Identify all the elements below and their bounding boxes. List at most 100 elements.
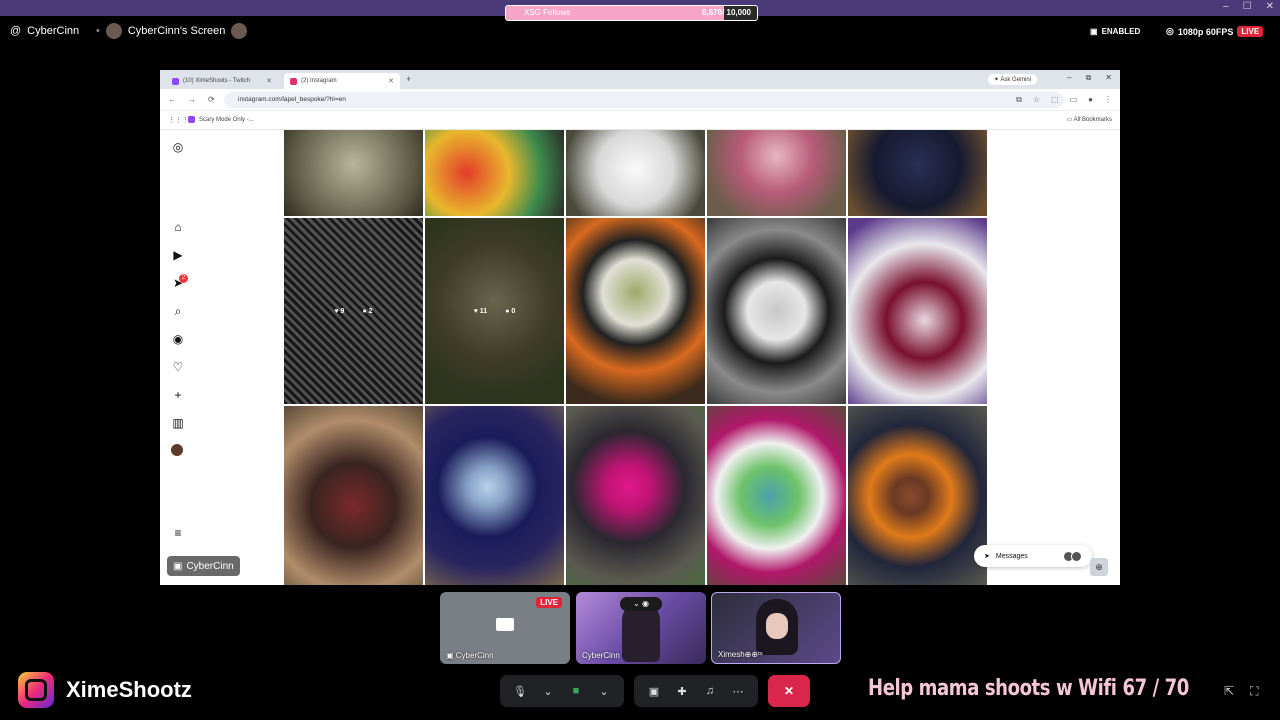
- screen-share-title: • CyberCinn's Screen: [96, 23, 248, 39]
- post-tile[interactable]: [848, 406, 987, 585]
- close-tab-icon[interactable]: ✕: [266, 77, 272, 85]
- home-icon[interactable]: ⌂: [171, 220, 185, 234]
- forward-button[interactable]: →: [188, 95, 196, 104]
- kebab-menu-icon[interactable]: ⋮: [1104, 95, 1112, 105]
- join-controls[interactable]: ⌄ ◉: [620, 597, 662, 611]
- sidebar-icon[interactable]: ▭: [1070, 95, 1078, 105]
- avatar: [105, 23, 122, 39]
- post-tile[interactable]: [566, 218, 705, 404]
- twitch-icon: [172, 77, 179, 85]
- cast-icon[interactable]: ⧉: [1016, 95, 1022, 105]
- browser-window-controls: – ⧉ ✕: [1067, 73, 1112, 83]
- address-bar-row: ← → ⟳ instagram.com/lapel_bespoke/?hl=en…: [160, 89, 1120, 111]
- post-tile[interactable]: [425, 130, 564, 216]
- explore-icon[interactable]: ◉: [171, 332, 185, 346]
- heart-icon: ♥ 9: [334, 307, 345, 315]
- chevron-down-icon[interactable]: ⌄: [536, 685, 560, 698]
- close-button[interactable]: ✕: [1266, 1, 1274, 12]
- participant-tile[interactable]: LIVE ▣ CyberCinn: [440, 592, 570, 664]
- webcam-face: [766, 613, 788, 639]
- post-tile[interactable]: [566, 130, 705, 216]
- messenger-icon: ➤: [984, 553, 990, 560]
- avatar: [231, 23, 248, 39]
- stream-goal-ticker: Help mama shoots w Wifi 67 / 70: [868, 676, 1189, 701]
- soundboard-icon[interactable]: ♫: [698, 685, 722, 697]
- activities-icon[interactable]: ✚: [670, 685, 694, 698]
- restore-button[interactable]: ⧉: [1086, 73, 1092, 83]
- tab-bar: (10) XimeShoots - Twitch ✕ (2) Instagram…: [160, 70, 1120, 89]
- instagram-page: ◎ ⌂ ▶ ➤ 2 ⌕ ◉ ♡ + ▥ ≡ ♥ 9 ● 2 ♥ 11 ● 0 ➤…: [160, 130, 1120, 585]
- close-button[interactable]: ✕: [1105, 73, 1112, 83]
- activity-controls: ▣ ✚ ♫ ⋯: [634, 675, 758, 707]
- instagram-icon[interactable]: ◎: [171, 140, 185, 154]
- post-tile[interactable]: ♥ 9 ● 2: [284, 218, 423, 404]
- post-tile[interactable]: [707, 406, 846, 585]
- shared-browser-window: (10) XimeShoots - Twitch ✕ (2) Instagram…: [160, 70, 1120, 585]
- nav-buttons: ← → ⟳: [168, 95, 215, 104]
- post-tile[interactable]: [284, 130, 423, 216]
- back-button[interactable]: ←: [168, 95, 176, 104]
- popout-icon[interactable]: ⇱: [1224, 684, 1234, 699]
- post-tile[interactable]: [566, 406, 705, 585]
- maximize-button[interactable]: ☐: [1243, 1, 1252, 12]
- tab-instagram[interactable]: (2) Instagram ✕: [284, 73, 400, 89]
- enabled-status: ▣ ENABLED: [1090, 27, 1141, 36]
- new-tab-button[interactable]: +: [406, 74, 411, 84]
- ask-gemini-button[interactable]: ✦ Ask Gemini: [988, 74, 1038, 85]
- chevron-down-icon[interactable]: ⌄: [592, 685, 616, 698]
- view-controls: ⇱ ⛶: [1224, 684, 1258, 699]
- extensions-icon[interactable]: ⬚: [1051, 95, 1059, 105]
- post-tile[interactable]: [707, 218, 846, 404]
- post-tile[interactable]: [425, 406, 564, 585]
- create-icon[interactable]: +: [171, 388, 185, 402]
- reload-button[interactable]: ⟳: [208, 95, 215, 104]
- live-badge: LIVE: [536, 597, 562, 608]
- post-tile[interactable]: ♥ 11 ● 0: [425, 218, 564, 404]
- streamer-name: XimeShootz: [66, 677, 192, 702]
- fullscreen-icon[interactable]: ⛶: [1250, 684, 1258, 699]
- live-badge: LIVE: [1237, 26, 1264, 37]
- separator-dot: •: [96, 25, 100, 37]
- minimize-button[interactable]: –: [1223, 1, 1229, 12]
- post-tile[interactable]: [707, 130, 846, 216]
- participant-name: CyberCinn: [582, 651, 620, 660]
- bookmarks-bar: ⋮⋮⋮ Scary Mode Only -... ▭ All Bookmarks: [160, 111, 1120, 130]
- zoom-icon[interactable]: ⊕: [1090, 558, 1108, 576]
- dashboard-icon[interactable]: ▥: [171, 416, 185, 430]
- screen-title: CyberCinn's Screen: [127, 25, 226, 37]
- share-screen-icon[interactable]: ▣: [642, 685, 666, 698]
- profile-avatar[interactable]: [171, 444, 183, 456]
- url-field[interactable]: instagram.com/lapel_bespoke/?hl=en: [224, 92, 1064, 108]
- search-icon[interactable]: ⌕: [171, 304, 185, 318]
- bookmark-item[interactable]: Scary Mode Only -...: [188, 116, 254, 123]
- microphone-icon[interactable]: 🎙: [508, 685, 532, 698]
- minimize-button[interactable]: –: [1067, 73, 1071, 83]
- star-icon[interactable]: ☆: [1033, 95, 1040, 105]
- message-avatars: [1063, 550, 1082, 562]
- post-tile[interactable]: [848, 218, 987, 404]
- window-controls: – ☐ ✕: [1223, 1, 1274, 12]
- end-call-button[interactable]: ✕: [768, 675, 810, 707]
- stream-quality: ◎ 1080p 60FPS LIVE: [1166, 26, 1264, 37]
- participant-tile[interactable]: Ximesh⊕⊕ᵗˢ: [711, 592, 841, 664]
- call-user-name: CyberCinn: [27, 25, 80, 37]
- participant-name: Ximesh⊕⊕ᵗˢ: [718, 650, 763, 659]
- audio-video-controls: 🎙 ⌄ ■ ⌄: [500, 675, 624, 707]
- more-icon[interactable]: ⋯: [726, 685, 750, 698]
- menu-icon[interactable]: ≡: [171, 526, 185, 540]
- comment-icon: ● 2: [362, 307, 373, 315]
- apps-icon[interactable]: ⋮⋮⋮: [168, 116, 189, 124]
- messages-button[interactable]: ➤ Messages: [974, 545, 1092, 567]
- all-bookmarks[interactable]: ▭ All Bookmarks: [1067, 116, 1112, 123]
- participant-tile[interactable]: ⌄ ◉ CyberCinn: [576, 592, 706, 664]
- profile-icon[interactable]: ●: [1088, 95, 1093, 105]
- reels-icon[interactable]: ▶: [171, 248, 185, 262]
- notifications-icon[interactable]: ♡: [171, 360, 185, 374]
- post-tile[interactable]: [284, 406, 423, 585]
- comment-icon: ● 0: [505, 307, 516, 315]
- camera-icon[interactable]: ■: [564, 685, 588, 697]
- post-tile[interactable]: [848, 130, 987, 216]
- webcam-video: [622, 602, 660, 662]
- close-tab-icon[interactable]: ✕: [388, 77, 394, 85]
- tab-twitch[interactable]: (10) XimeShoots - Twitch ✕: [166, 73, 278, 89]
